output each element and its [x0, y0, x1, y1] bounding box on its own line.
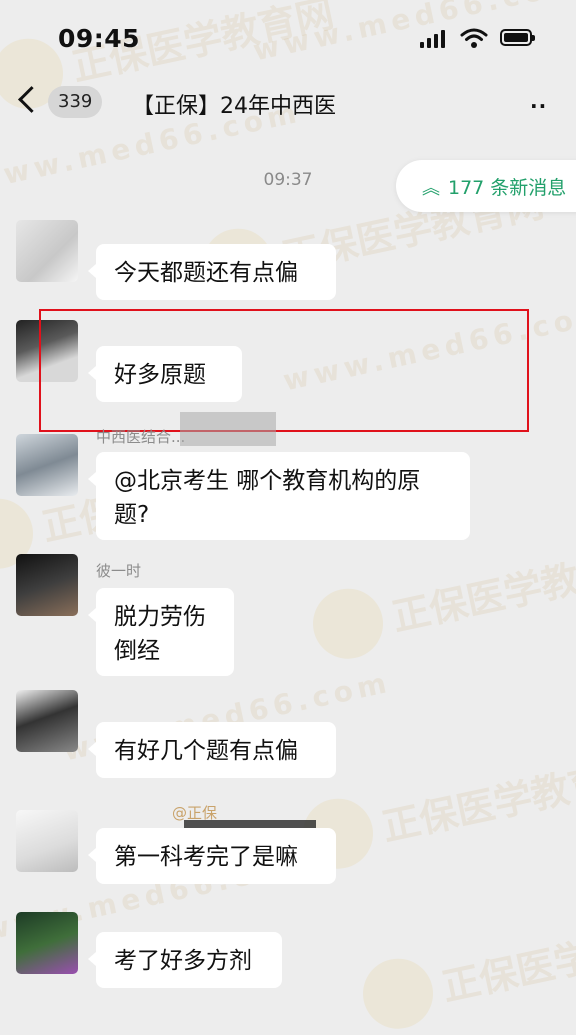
- avatar[interactable]: [16, 434, 78, 496]
- watermark: 正保医学教育网: [356, 895, 576, 1035]
- signal-icon: [420, 30, 446, 48]
- message-bubble[interactable]: 有好几个题有点偏: [88, 722, 336, 778]
- message-bubble[interactable]: 脱力劳伤 倒经: [88, 588, 234, 676]
- watermark: 正保医学教育网: [306, 525, 576, 666]
- chat-header: 339 【正保】24年中西医 ··: [0, 76, 576, 132]
- highlight-box: [39, 309, 529, 432]
- avatar[interactable]: [16, 690, 78, 752]
- wifi-icon: [460, 28, 488, 48]
- message-bubble[interactable]: 第一科考完了是嘛: [88, 828, 336, 884]
- new-messages-label: 177 条新消息: [448, 177, 567, 199]
- message-bubble[interactable]: 今天都题还有点偏: [88, 244, 336, 300]
- message-bubble[interactable]: @北京考生 哪个教育机构的原题?: [88, 452, 470, 540]
- avatar[interactable]: [16, 912, 78, 974]
- title-redaction: [366, 90, 456, 118]
- sender-name: 中西医结合...: [96, 428, 186, 446]
- chat-title: 【正保】24年中西医: [132, 94, 336, 119]
- name-redaction: [180, 412, 276, 446]
- status-bar: 09:45: [0, 0, 576, 76]
- new-messages-button[interactable]: ︽ 177 条新消息: [396, 160, 576, 212]
- avatar[interactable]: [16, 810, 78, 872]
- message-bubble[interactable]: 考了好多方剂: [88, 932, 282, 988]
- avatar[interactable]: [16, 554, 78, 616]
- battery-icon: [500, 29, 535, 46]
- back-arrow-icon[interactable]: [18, 86, 45, 113]
- status-time: 09:45: [58, 24, 141, 53]
- double-chevron-up-icon: ︽: [422, 178, 440, 199]
- watermark: 正保医学教育网: [296, 735, 576, 876]
- ellipsis-icon[interactable]: ··: [530, 94, 547, 118]
- sender-name: 彼一时: [96, 562, 142, 580]
- avatar[interactable]: [16, 220, 78, 282]
- unread-count-badge[interactable]: 339: [48, 86, 103, 118]
